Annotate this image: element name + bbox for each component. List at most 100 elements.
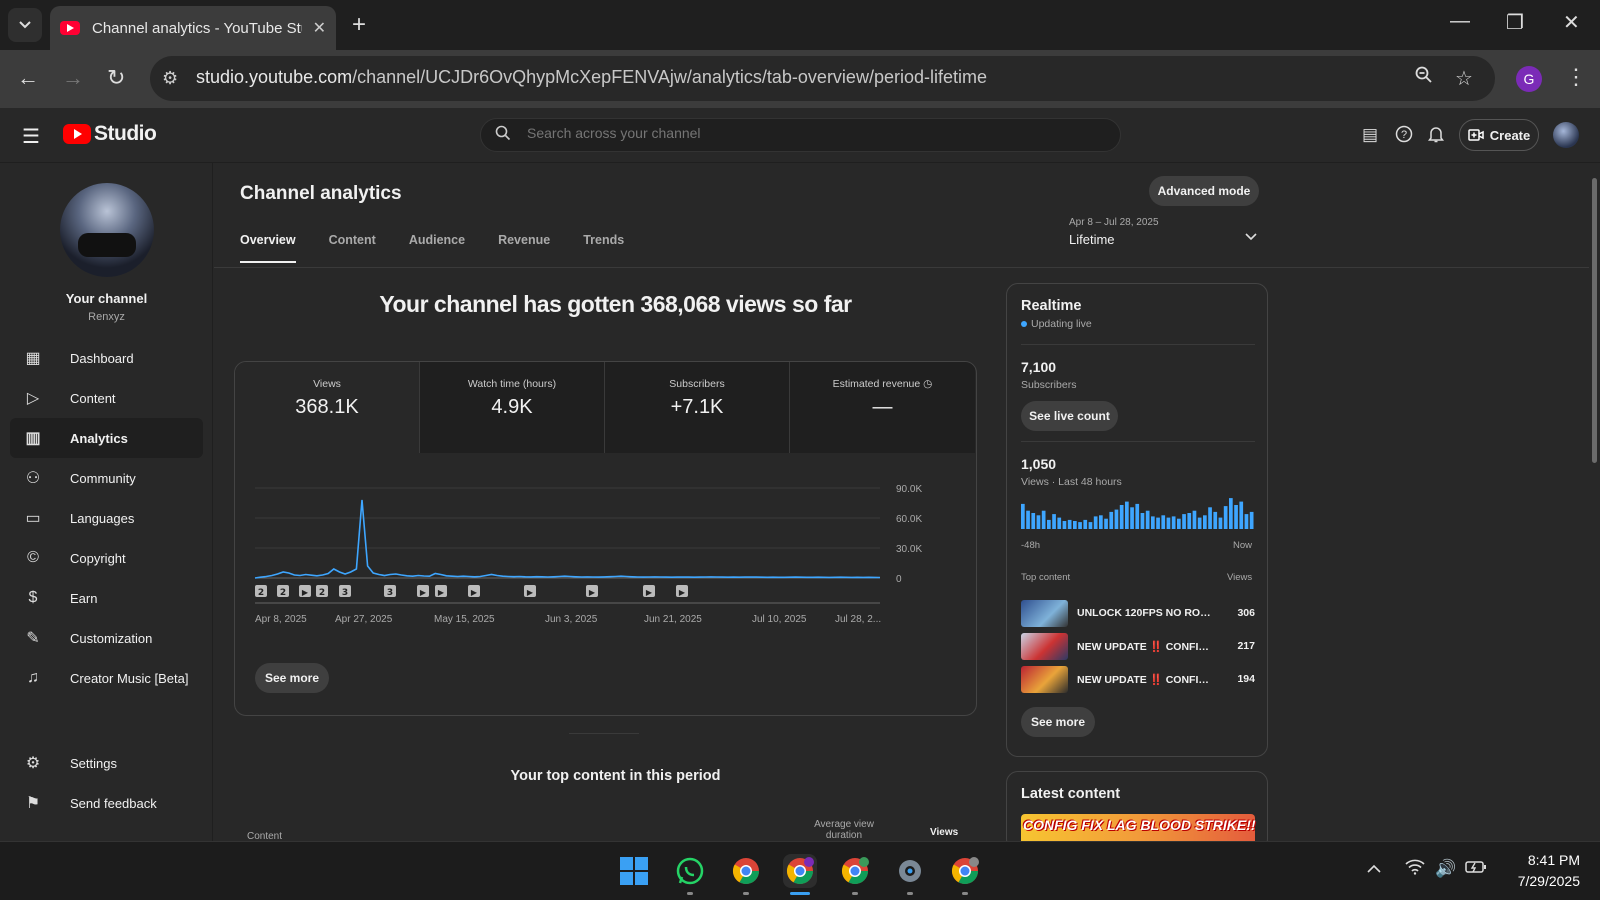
metric-views[interactable]: Views 368.1K — [235, 362, 420, 453]
realtime-bar — [1218, 517, 1223, 529]
period-selector[interactable]: Apr 8 – Jul 28, 2025 Lifetime — [1069, 217, 1257, 247]
see-more-button[interactable]: See more — [255, 663, 329, 693]
browser-toolbar: ← → ↻ ⚙ studio.youtube.com/channel/UCJDr… — [0, 50, 1600, 108]
sidebar-item-copyright[interactable]: © Copyright — [10, 538, 203, 578]
channel-avatar[interactable] — [60, 183, 154, 277]
account-avatar[interactable] — [1553, 122, 1579, 148]
top-content-row[interactable]: NEW UPDATE ‼️ CONFIG FI... 217 — [1021, 631, 1255, 661]
minimize-button[interactable]: — — [1450, 10, 1470, 33]
tab-audience[interactable]: Audience — [409, 233, 465, 263]
windows-start-icon[interactable] — [617, 854, 651, 888]
info-clock-icon[interactable]: ◷ — [923, 378, 932, 390]
realtime-bar — [1057, 517, 1062, 529]
realtime-bar — [1083, 519, 1088, 529]
sidebar-item-creator-music[interactable]: ♫ Creator Music [Beta] — [10, 658, 203, 698]
browser-tab[interactable]: Channel analytics - YouTube Studio ✕ — [50, 6, 336, 50]
realtime-see-more-button[interactable]: See more — [1021, 707, 1095, 737]
realtime-bar — [1021, 503, 1025, 529]
hamburger-menu-icon[interactable]: ☰ — [22, 124, 40, 149]
sidebar-item-send-feedback[interactable]: ⚑ Send feedback — [10, 783, 203, 823]
studio-logo[interactable]: Studio — [63, 122, 157, 146]
top-content-row[interactable]: NEW UPDATE ‼️ CONFIG FI... 194 — [1021, 664, 1255, 694]
studio-sidebar: Your channel Renxyz ▦ Dashboard ▷ Content … — [0, 163, 213, 841]
wifi-icon[interactable] — [1405, 859, 1425, 880]
y-tick-label: 0 — [896, 574, 902, 585]
realtime-bar-chart[interactable] — [1021, 497, 1255, 529]
realtime-status-text: Updating live — [1031, 318, 1092, 330]
sidebar-item-customization[interactable]: ✎ Customization — [10, 618, 203, 658]
tab-close-icon[interactable]: ✕ — [313, 18, 326, 38]
column-header-avg-duration[interactable]: Average view duration — [804, 819, 884, 841]
tab-content[interactable]: Content — [329, 233, 376, 263]
channel-title[interactable]: Your channel — [0, 291, 213, 306]
sidebar-item-label: Dashboard — [70, 350, 134, 366]
metric-value: 368.1K — [295, 396, 359, 418]
realtime-bar — [1234, 505, 1238, 529]
sidebar-item-earn[interactable]: $ Earn — [10, 578, 203, 618]
scrollbar-thumb[interactable] — [1592, 178, 1597, 463]
sidebar-item-settings[interactable]: ⚙ Settings — [10, 743, 203, 783]
back-button[interactable]: ← — [17, 65, 39, 91]
forward-button[interactable]: → — [62, 65, 84, 91]
realtime-bar — [1125, 501, 1129, 529]
site-info-icon[interactable]: ⚙ — [162, 68, 178, 89]
bookmark-star-icon[interactable]: ☆ — [1455, 66, 1473, 91]
create-video-icon — [1468, 129, 1484, 141]
taskbar-clock[interactable]: 8:41 PM 7/29/2025 — [1500, 850, 1580, 892]
chrome-profile-1-icon[interactable] — [729, 854, 763, 888]
chrome-profile-3-icon[interactable] — [838, 854, 872, 888]
address-url[interactable]: studio.youtube.com/channel/UCJDr6OvQhypM… — [196, 67, 987, 88]
notifications-bell-icon[interactable] — [1428, 125, 1444, 148]
see-live-count-button[interactable]: See live count — [1021, 401, 1118, 431]
create-button[interactable]: Create — [1459, 119, 1539, 151]
metric-watch-time[interactable]: Watch time (hours) 4.9K — [420, 362, 605, 453]
metric-estimated-revenue[interactable]: Estimated revenue ◷ — — [790, 362, 975, 453]
settings-app-icon[interactable] — [893, 854, 927, 888]
battery-icon[interactable] — [1465, 859, 1487, 879]
period-label: Lifetime — [1069, 232, 1115, 247]
chevron-down-icon — [1245, 229, 1257, 244]
tab-search-button[interactable] — [8, 8, 42, 42]
x-tick-label: Jun 3, 2025 — [545, 614, 598, 625]
sidebar-item-dashboard[interactable]: ▦ Dashboard — [10, 338, 203, 378]
column-header-views[interactable]: Views — [930, 827, 958, 838]
metric-subscribers[interactable]: Subscribers +7.1K — [605, 362, 790, 453]
new-tab-button[interactable]: + — [352, 12, 366, 38]
video-title: UNLOCK 120FPS NO ROOT... — [1077, 607, 1217, 619]
reload-button[interactable]: ↻ — [107, 65, 125, 91]
tab-revenue[interactable]: Revenue — [498, 233, 550, 263]
realtime-bar — [1161, 515, 1166, 529]
tab-overview[interactable]: Overview — [240, 233, 296, 263]
search-input[interactable] — [527, 125, 1087, 141]
realtime-bar — [1041, 510, 1046, 529]
sidebar-item-analytics[interactable]: ▥ Analytics — [10, 418, 203, 458]
volume-icon[interactable]: 🔊 — [1435, 859, 1456, 879]
chrome-profile-active-icon[interactable] — [783, 854, 817, 888]
channel-search[interactable] — [480, 118, 1121, 152]
whatsapp-icon[interactable] — [673, 854, 707, 888]
community-icon: ⚇ — [25, 470, 41, 487]
browser-menu-icon[interactable]: ⋮ — [1565, 64, 1587, 90]
chrome-profile-4-icon[interactable] — [948, 854, 982, 888]
taskbar-indicator — [687, 892, 693, 895]
browser-profile-avatar[interactable]: G — [1516, 66, 1542, 92]
zoom-icon[interactable] — [1415, 66, 1433, 90]
page-scrollbar[interactable] — [1589, 163, 1600, 841]
x-tick-label: Jul 28, 2... — [835, 614, 881, 625]
help-icon[interactable]: ? — [1395, 125, 1413, 148]
sidebar-item-community[interactable]: ⚇ Community — [10, 458, 203, 498]
tab-trends[interactable]: Trends — [583, 233, 624, 263]
metric-label: Subscribers — [669, 378, 725, 390]
metric-value: +7.1K — [670, 396, 724, 418]
subtitles-icon[interactable]: ▤ — [1362, 125, 1378, 145]
realtime-bar — [1213, 511, 1218, 529]
address-bar[interactable]: ⚙ studio.youtube.com/channel/UCJDr6OvQhy… — [150, 56, 1495, 101]
top-content-row[interactable]: UNLOCK 120FPS NO ROOT... 306 — [1021, 598, 1255, 628]
views-line-chart[interactable]: 90.0K 60.0K 30.0K 0 2 2 ▶ 2 3 3 ▶ ▶ ▶ ▶ ▶ ▶ ▶ Apr 8, 2025… — [235, 453, 977, 653]
sidebar-item-languages[interactable]: ▭ Languages — [10, 498, 203, 538]
tray-chevron-up-icon[interactable] — [1367, 859, 1381, 879]
sidebar-item-content[interactable]: ▷ Content — [10, 378, 203, 418]
restore-button[interactable]: ❐ — [1506, 10, 1524, 35]
window-close-button[interactable]: ✕ — [1563, 10, 1580, 35]
advanced-mode-button[interactable]: Advanced mode — [1149, 176, 1259, 206]
